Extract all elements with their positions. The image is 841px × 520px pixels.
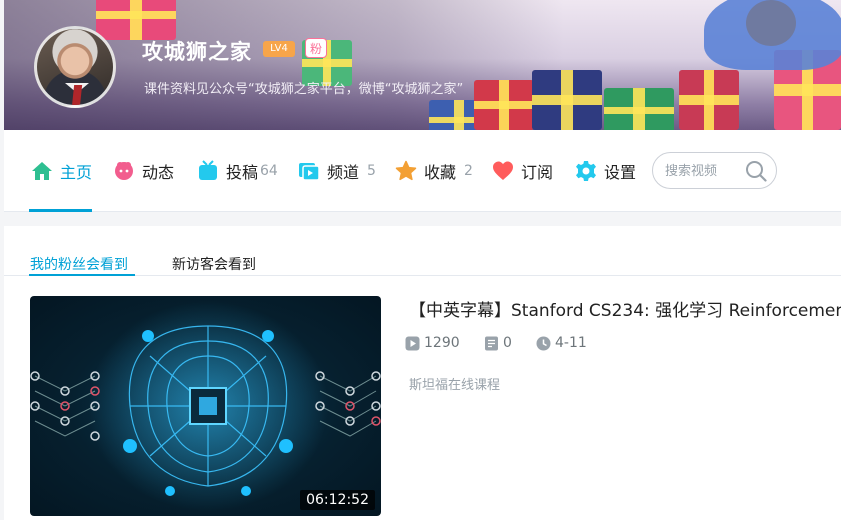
nav-uploads-label: 投稿	[226, 163, 259, 182]
play-count-icon	[405, 336, 420, 350]
video-date: 4-11	[536, 335, 587, 351]
banner-gift-decoration	[604, 88, 674, 130]
subtab-active-indicator	[29, 274, 135, 276]
gear-icon	[576, 161, 596, 181]
search-input[interactable]	[665, 161, 745, 181]
profile-banner: 攻城狮之家 LV4 粉 课件资料见公众号“攻城狮之家平台，微博“攻城狮之家”	[4, 0, 841, 130]
nav-uploads[interactable]: 投稿 64	[197, 130, 278, 212]
tv-icon	[199, 160, 217, 180]
nav-home-label: 主页	[60, 163, 93, 182]
nav-channels-count: 5	[367, 163, 376, 179]
tab-fans-view[interactable]: 我的粉丝会看到	[30, 254, 128, 274]
banner-gift-decoration	[679, 70, 739, 130]
nav-activity-label: 动态	[142, 163, 175, 182]
nav-settings[interactable]: 设置	[575, 130, 636, 212]
level-badge: LV4	[263, 41, 295, 57]
nav-uploads-count: 64	[260, 163, 278, 179]
content-panel: 我的粉丝会看到 新访客会看到 06:12:52 【中英字幕】Stanford C…	[4, 226, 841, 520]
tab-visitors-view[interactable]: 新访客会看到	[172, 254, 256, 274]
nav-activity[interactable]: 动态	[113, 130, 174, 212]
star-icon	[395, 160, 417, 181]
user-avatar[interactable]	[34, 26, 116, 108]
banner-gift-decoration	[532, 70, 602, 130]
comment-count-value: 0	[503, 335, 512, 351]
user-signature: 课件资料见公众号“攻城狮之家平台，微博“攻城狮之家”	[144, 82, 464, 97]
nav-favorites-count: 2	[464, 163, 473, 179]
nav-active-indicator	[29, 209, 92, 212]
nav-channels-label: 频道	[327, 163, 360, 182]
comment-icon	[485, 336, 498, 350]
nav-subscriptions[interactable]: 订阅	[492, 130, 553, 212]
video-thumbnail[interactable]: 06:12:52	[30, 296, 381, 516]
username[interactable]: 攻城狮之家	[142, 36, 252, 66]
video-search	[652, 152, 777, 189]
video-description: 斯坦福在线课程	[409, 378, 501, 393]
nav-favorites[interactable]: 收藏 2	[395, 130, 473, 212]
ai-brain-illustration	[30, 301, 381, 511]
banner-gift-decoration	[474, 80, 534, 130]
video-duration: 06:12:52	[300, 490, 375, 510]
video-title[interactable]: 【中英字幕】Stanford CS234: 强化学习 Reinforcement…	[409, 296, 841, 322]
banner-gift-decoration	[96, 0, 176, 40]
video-comment-count: 0	[484, 335, 512, 351]
nav-subscriptions-label: 订阅	[521, 163, 554, 182]
avatar-tie	[71, 85, 83, 105]
fan-badge[interactable]: 粉	[305, 38, 327, 58]
video-play-count: 1290	[405, 335, 460, 351]
teddy-bear-decoration	[746, 0, 796, 46]
clock-icon	[536, 336, 551, 350]
nav-favorites-label: 收藏	[424, 163, 457, 182]
play-count-value: 1290	[424, 335, 460, 351]
heart-icon	[493, 161, 513, 180]
nav-settings-label: 设置	[604, 163, 637, 182]
nav-channels[interactable]: 频道 5	[298, 130, 376, 212]
upload-date-value: 4-11	[555, 335, 587, 351]
nav-home[interactable]: 主页	[31, 130, 92, 212]
home-icon	[32, 162, 52, 180]
channel-icon	[299, 163, 320, 181]
activity-icon	[115, 162, 133, 180]
visibility-tabs: 我的粉丝会看到 新访客会看到	[4, 226, 841, 276]
search-icon[interactable]	[745, 160, 767, 182]
